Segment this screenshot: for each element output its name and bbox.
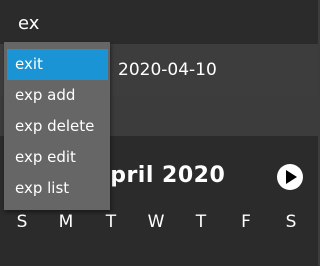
autocomplete-item-exp-list[interactable]: exp list	[7, 173, 108, 204]
autocomplete-item-exp-edit[interactable]: exp edit	[7, 142, 108, 173]
weekday-label: T	[105, 212, 117, 232]
weekday-label: S	[285, 212, 297, 232]
weekday-label: M	[58, 212, 74, 232]
play-circle-icon[interactable]	[277, 164, 303, 190]
command-bar	[0, 0, 318, 44]
weekday-label: T	[195, 212, 207, 232]
selected-date-label: 2020-04-10	[118, 60, 217, 80]
autocomplete-item-exp-delete[interactable]: exp delete	[7, 111, 108, 142]
weekday-label: W	[147, 212, 165, 232]
weekday-header-row: S M T W T F S	[0, 212, 318, 236]
autocomplete-dropdown: exit exp add exp delete exp edit exp lis…	[4, 42, 110, 210]
weekday-label: S	[16, 212, 28, 232]
command-input[interactable]	[6, 8, 306, 38]
autocomplete-item-exp-add[interactable]: exp add	[7, 80, 108, 111]
weekday-label: F	[241, 212, 251, 232]
autocomplete-item-exit[interactable]: exit	[7, 49, 108, 80]
